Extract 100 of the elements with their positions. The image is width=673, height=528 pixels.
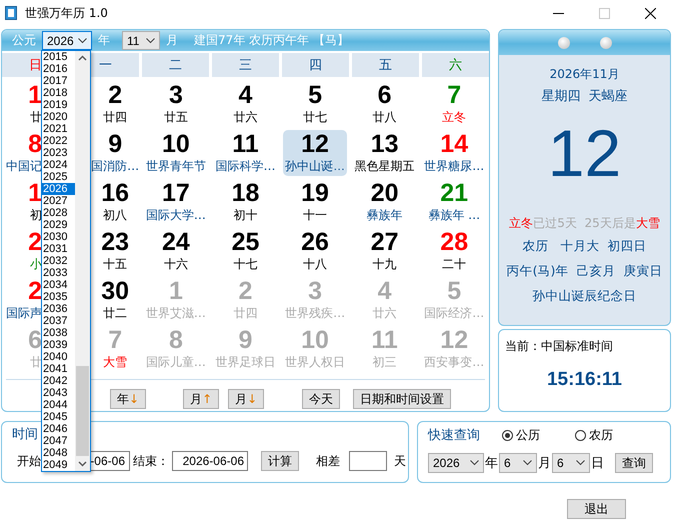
day-cell[interactable]: 18 初十: [230, 178, 262, 224]
year-select[interactable]: 2026: [428, 453, 484, 473]
year-option[interactable]: 2018: [42, 87, 75, 99]
scrollbar[interactable]: [75, 51, 90, 471]
nav-button[interactable]: 今天: [302, 389, 340, 409]
query-button[interactable]: 查询: [615, 453, 653, 473]
day-cell[interactable]: 23 十五: [91, 228, 140, 274]
year-option[interactable]: 2042: [42, 375, 75, 387]
nav-button[interactable]: 年↓: [110, 389, 146, 409]
day-cell[interactable]: 20 彝族年: [364, 178, 405, 224]
era-info: 建国77年 农历丙午年 【马】: [194, 32, 349, 49]
nav-button[interactable]: 月↑: [183, 389, 220, 409]
year-option[interactable]: 2032: [42, 255, 75, 267]
day-cell[interactable]: 1 廿: [2, 80, 42, 126]
difference-field[interactable]: [349, 451, 387, 471]
day-cell[interactable]: 9 国消防…: [91, 130, 140, 176]
day-cell[interactable]: 2 廿四: [91, 80, 140, 126]
panel-title: 时间: [12, 427, 38, 442]
year-option[interactable]: 2033: [42, 267, 75, 279]
weekday-header: 三: [212, 53, 279, 77]
year-option[interactable]: 2045: [42, 411, 75, 423]
year-option[interactable]: 2023: [42, 147, 75, 159]
selected-day-cell[interactable]: 12 孙中山诞…: [283, 130, 348, 176]
day-cell[interactable]: 19 十一: [299, 178, 331, 224]
weekday-header: 五: [352, 53, 419, 77]
year-option[interactable]: 2040: [42, 351, 75, 363]
weekday-header: 六: [422, 53, 489, 77]
year-option[interactable]: 2025: [42, 171, 75, 183]
day-cell[interactable]: 4 廿六: [231, 80, 260, 126]
exit-button[interactable]: 退出: [567, 499, 626, 519]
day-select[interactable]: 6: [552, 453, 590, 473]
year-option[interactable]: 2022: [42, 135, 75, 147]
day-cell[interactable]: 5 廿七: [301, 80, 330, 126]
close-icon: [644, 8, 656, 18]
year-option[interactable]: 2026: [42, 183, 75, 195]
month-select[interactable]: 11: [122, 31, 160, 50]
festival-text: 孙中山诞辰纪念日: [532, 287, 636, 305]
difference-label: 相差: [316, 452, 340, 470]
year-option[interactable]: 2038: [42, 327, 75, 339]
day-cell[interactable]: 28 二十: [438, 228, 470, 274]
calendar-type-radio[interactable]: 公历: [502, 426, 540, 444]
month-select[interactable]: 6: [499, 453, 537, 473]
day-cell[interactable]: 24 十六: [160, 228, 192, 274]
year-option[interactable]: 2029: [42, 219, 75, 231]
year-option[interactable]: 2030: [42, 231, 75, 243]
calendar-type-radio[interactable]: 农历: [575, 426, 613, 444]
day-cell[interactable]: 11 国际科学…: [213, 130, 278, 176]
day-cell[interactable]: 16 初八: [91, 178, 140, 224]
year-option[interactable]: 2039: [42, 339, 75, 351]
day-cell[interactable]: 10 世界青年节: [144, 130, 208, 176]
day-cell[interactable]: 7 立冬: [440, 80, 468, 126]
day-cell[interactable]: 8 中国记: [2, 130, 42, 176]
year-option[interactable]: 2034: [42, 279, 75, 291]
month-line: 2026年11月: [550, 66, 620, 83]
day-cell[interactable]: 27 十九: [368, 228, 401, 274]
year-option[interactable]: 2028: [42, 207, 75, 219]
era-label: 公元: [12, 32, 36, 49]
year-option[interactable]: 2021: [42, 123, 75, 135]
weekday-text: 星期四: [542, 88, 580, 106]
year-option[interactable]: 2037: [42, 315, 75, 327]
end-date-field[interactable]: 2026-06-06: [172, 451, 248, 471]
zodiac-text: 天蝎座: [588, 88, 628, 106]
year-option[interactable]: 2041: [42, 363, 75, 375]
day-cell[interactable]: 3 廿五: [162, 80, 190, 126]
nav-button[interactable]: 日期和时间设置: [353, 389, 452, 409]
year-option[interactable]: 2048: [42, 447, 75, 459]
year-option[interactable]: 2019: [42, 99, 75, 111]
year-option[interactable]: 2027: [42, 195, 75, 207]
day-cell[interactable]: 2 小: [2, 228, 42, 274]
day-cell[interactable]: 26 十八: [299, 228, 331, 274]
day-cell[interactable]: 2 国际声: [2, 276, 42, 322]
calculate-button[interactable]: 计算: [261, 451, 299, 471]
year-select[interactable]: 2026: [42, 31, 92, 50]
day-cell[interactable]: 30 廿二: [91, 276, 140, 322]
year-option[interactable]: 2046: [42, 423, 75, 435]
day-cell[interactable]: 25 十七: [230, 228, 262, 274]
maximize-icon: [598, 8, 610, 18]
year-option[interactable]: 2044: [42, 399, 75, 411]
year-option[interactable]: 2049: [42, 459, 75, 471]
clock-time: 15:16:11: [546, 369, 622, 391]
year-option[interactable]: 2024: [42, 159, 75, 171]
day-cell[interactable]: 7 大雪: [91, 326, 140, 372]
year-option[interactable]: 2047: [42, 435, 75, 447]
unit-label: 天: [394, 452, 406, 470]
year-option[interactable]: 2043: [42, 387, 75, 399]
year-option[interactable]: 2031: [42, 243, 75, 255]
day-cell[interactable]: 17 国际大学…: [144, 178, 208, 224]
year-option[interactable]: 2036: [42, 303, 75, 315]
day-cell[interactable]: 6 廿八: [370, 80, 399, 126]
day-cell[interactable]: 14 世界糖尿…: [422, 130, 486, 176]
year-option[interactable]: 2035: [42, 291, 75, 303]
chevron-icon: [523, 460, 532, 466]
day-cell[interactable]: 1 初: [2, 178, 42, 224]
day-cell[interactable]: 21 彝族年 …: [426, 178, 482, 224]
lunar-date-text: 农历 十月大 初四日: [522, 237, 646, 255]
day-cell[interactable]: 13 黑色星期五: [352, 130, 417, 176]
nav-button[interactable]: 月↓: [228, 389, 264, 409]
year-option[interactable]: 2020: [42, 111, 75, 123]
chevron-icon: [78, 38, 87, 44]
year-option[interactable]: 2017: [42, 75, 75, 87]
